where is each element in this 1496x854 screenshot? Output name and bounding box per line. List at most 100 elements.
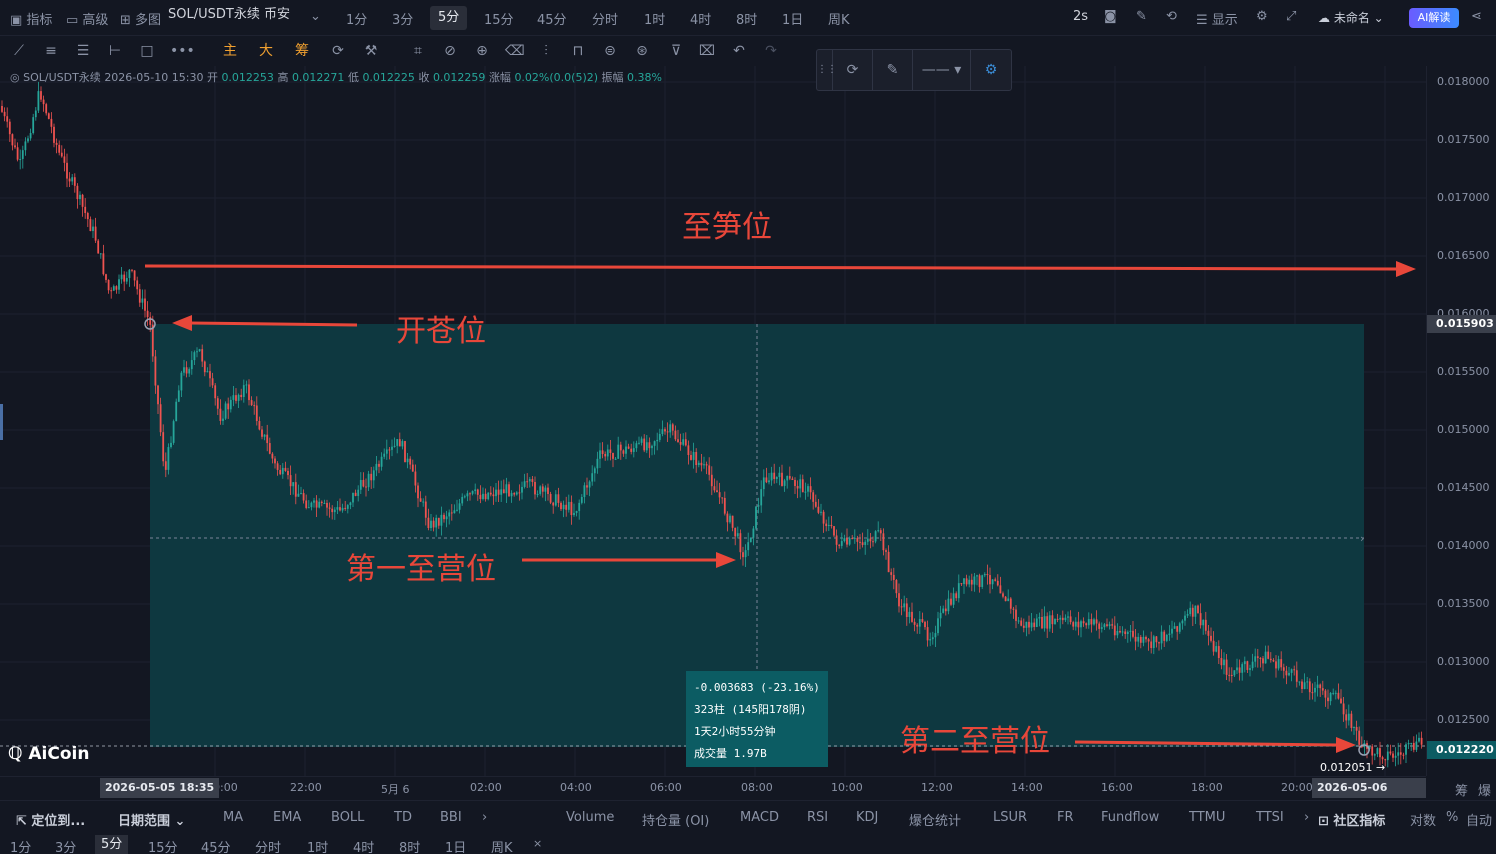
interval-8h[interactable]: 8时 xyxy=(736,9,757,28)
bottom-interval-8h[interactable]: 8时 xyxy=(399,837,420,854)
chevron-down-icon[interactable]: ⌄ xyxy=(310,9,321,24)
indicator-kdj[interactable]: KDJ xyxy=(856,810,878,825)
indicator-macd[interactable]: MACD xyxy=(740,810,779,825)
horizontal-lines-icon[interactable]: ☰ xyxy=(74,42,92,60)
indicator-rsi[interactable]: RSI xyxy=(807,810,828,825)
indicator-fr[interactable]: FR xyxy=(1057,810,1074,825)
symbol-title[interactable]: SOL/USDT永续 币安 xyxy=(168,3,290,22)
close-icon[interactable]: × xyxy=(533,837,542,850)
bottom-interval-timeshare[interactable]: 分时 xyxy=(255,837,281,854)
camera-icon[interactable]: ◙ xyxy=(1104,9,1117,24)
interval-1d[interactable]: 1日 xyxy=(782,9,803,28)
zoom-icon[interactable]: ⊕ xyxy=(473,42,491,60)
interval-4h[interactable]: 4时 xyxy=(690,9,711,28)
community-indicators-button[interactable]: ⊡ 社区指标 xyxy=(1318,810,1385,829)
time-axis[interactable]: 20:00 22:00 5月 6 02:00 04:00 06:00 08:00… xyxy=(0,776,1491,814)
bottom-interval-1m[interactable]: 1分 xyxy=(10,837,31,854)
undo-icon[interactable]: ↶ xyxy=(730,42,748,60)
note-icon[interactable]: ⌗ xyxy=(409,42,427,60)
bottom-interval-4h[interactable]: 4时 xyxy=(353,837,374,854)
share-icon[interactable]: ⋖ xyxy=(1471,9,1482,24)
interval-5m[interactable]: 5分 xyxy=(430,6,468,30)
eraser-icon[interactable]: ⌫ xyxy=(505,42,525,60)
auto-scale-toggle[interactable]: 自动 xyxy=(1466,810,1492,829)
log-scale-toggle[interactable]: 对数 xyxy=(1410,810,1436,829)
panel-resize-handle[interactable] xyxy=(0,404,3,440)
drag-handle-icon[interactable]: ⋮⋮ xyxy=(817,50,837,90)
eye-icon[interactable]: ◎ xyxy=(10,71,20,84)
replay-icon[interactable]: ⟳ xyxy=(329,42,347,60)
interval-1w[interactable]: 周K xyxy=(828,9,850,28)
layout-name[interactable]: ☁ 未命名 ⌄ xyxy=(1318,9,1384,26)
chevron-right-icon[interactable]: › xyxy=(1304,810,1309,825)
interval-timeshare[interactable]: 分时 xyxy=(592,9,618,28)
price-chart[interactable]: › xyxy=(0,66,1426,776)
indicator-volume[interactable]: Volume xyxy=(566,810,614,825)
template-icon[interactable]: ⟳ xyxy=(833,50,873,90)
trendline-icon[interactable]: ⟋ xyxy=(10,42,28,60)
bottom-interval-15m[interactable]: 15分 xyxy=(148,837,178,854)
bottom-interval-45m[interactable]: 45分 xyxy=(201,837,231,854)
redo-icon[interactable]: ↷ xyxy=(762,42,780,60)
big-order-toggle[interactable]: 大 xyxy=(257,42,275,60)
candle-body xyxy=(281,467,284,475)
ray-icon[interactable]: ⊢ xyxy=(106,42,124,60)
main-chart-toggle[interactable]: 主 xyxy=(221,42,239,60)
indicator-fundflow[interactable]: Fundflow xyxy=(1101,810,1159,825)
bottom-interval-1h[interactable]: 1时 xyxy=(307,837,328,854)
ruler-icon[interactable]: ⊘ xyxy=(441,42,459,60)
measure-icon[interactable]: ⚒ xyxy=(362,42,380,60)
rectangle-icon[interactable]: □ xyxy=(138,42,156,60)
filter-icon[interactable]: ⊽ xyxy=(667,42,685,60)
settings-icon[interactable]: ⚙ xyxy=(971,50,1011,90)
indicator-bbi[interactable]: BBI xyxy=(440,810,462,825)
refresh-interval[interactable]: 2s xyxy=(1073,9,1088,24)
gear-icon[interactable]: ⚙ xyxy=(1256,9,1268,24)
indicators-menu[interactable]: ▣ 指标 xyxy=(10,9,52,28)
candle-body xyxy=(378,463,380,467)
chip-toggle[interactable]: 筹 xyxy=(293,42,311,60)
indicator-boll[interactable]: BOLL xyxy=(331,810,364,825)
parallel-lines-icon[interactable]: ≡ xyxy=(42,42,60,60)
chevron-right-icon[interactable]: › xyxy=(482,810,487,825)
indicator-ttsi[interactable]: TTSI xyxy=(1256,810,1284,825)
candle-body xyxy=(939,612,942,619)
interval-1m[interactable]: 1分 xyxy=(346,9,367,28)
interval-45m[interactable]: 45分 xyxy=(537,9,567,28)
alert-icon[interactable]: ⊜ xyxy=(601,42,619,60)
price-axis[interactable]: 0.018000 0.017500 0.017000 0.016500 0.01… xyxy=(1426,66,1496,776)
indicator-ma[interactable]: MA xyxy=(223,810,243,825)
bottom-interval-1w[interactable]: 周K xyxy=(491,837,513,854)
lock-icon[interactable]: ⊓ xyxy=(569,42,587,60)
indicator-liquidation[interactable]: 爆仓统计 xyxy=(909,810,961,829)
trash-icon[interactable]: ⌧ xyxy=(698,42,716,60)
bottom-interval-3m[interactable]: 3分 xyxy=(55,837,76,854)
indicator-oi[interactable]: 持仓量 (OI) xyxy=(642,810,709,829)
indicator-ttmu[interactable]: TTMU xyxy=(1189,810,1225,825)
alarm-icon[interactable]: ⟲ xyxy=(1166,9,1177,24)
candle-body xyxy=(861,542,864,545)
multi-chart-menu[interactable]: ⊞ 多图 xyxy=(120,9,161,28)
fullscreen-icon[interactable]: ⤢ xyxy=(1286,9,1296,24)
indicator-lsur[interactable]: LSUR xyxy=(993,810,1027,825)
advanced-menu[interactable]: ▭ 高级 xyxy=(66,9,108,28)
ai-interpret-button[interactable]: AI解读 xyxy=(1409,8,1459,28)
date-range-button[interactable]: 日期范围 ⌄ xyxy=(118,810,185,829)
bottom-interval-5m[interactable]: 5分 xyxy=(95,835,129,854)
locate-button[interactable]: ⇱ 定位到... xyxy=(16,810,85,829)
line-style-icon[interactable]: —— ▾ xyxy=(913,50,971,90)
indicator-ema[interactable]: EMA xyxy=(273,810,301,825)
display-menu[interactable]: ☰ 显示 xyxy=(1196,9,1238,28)
pencil-color-icon[interactable]: ✎ xyxy=(873,50,913,90)
interval-3m[interactable]: 3分 xyxy=(392,9,413,28)
interval-1h[interactable]: 1时 xyxy=(644,9,665,28)
candles-icon[interactable]: ⫶ xyxy=(537,42,555,60)
bottom-interval-1d[interactable]: 1日 xyxy=(445,837,466,854)
interval-15m[interactable]: 15分 xyxy=(484,9,514,28)
more-icon[interactable]: ••• xyxy=(170,42,195,60)
candle-body xyxy=(968,579,971,585)
pencil-icon[interactable]: ✎ xyxy=(1136,9,1147,24)
indicator-td[interactable]: TD xyxy=(394,810,412,825)
magnet-icon[interactable]: ⊛ xyxy=(633,42,651,60)
percent-scale-toggle[interactable]: % xyxy=(1446,810,1458,825)
